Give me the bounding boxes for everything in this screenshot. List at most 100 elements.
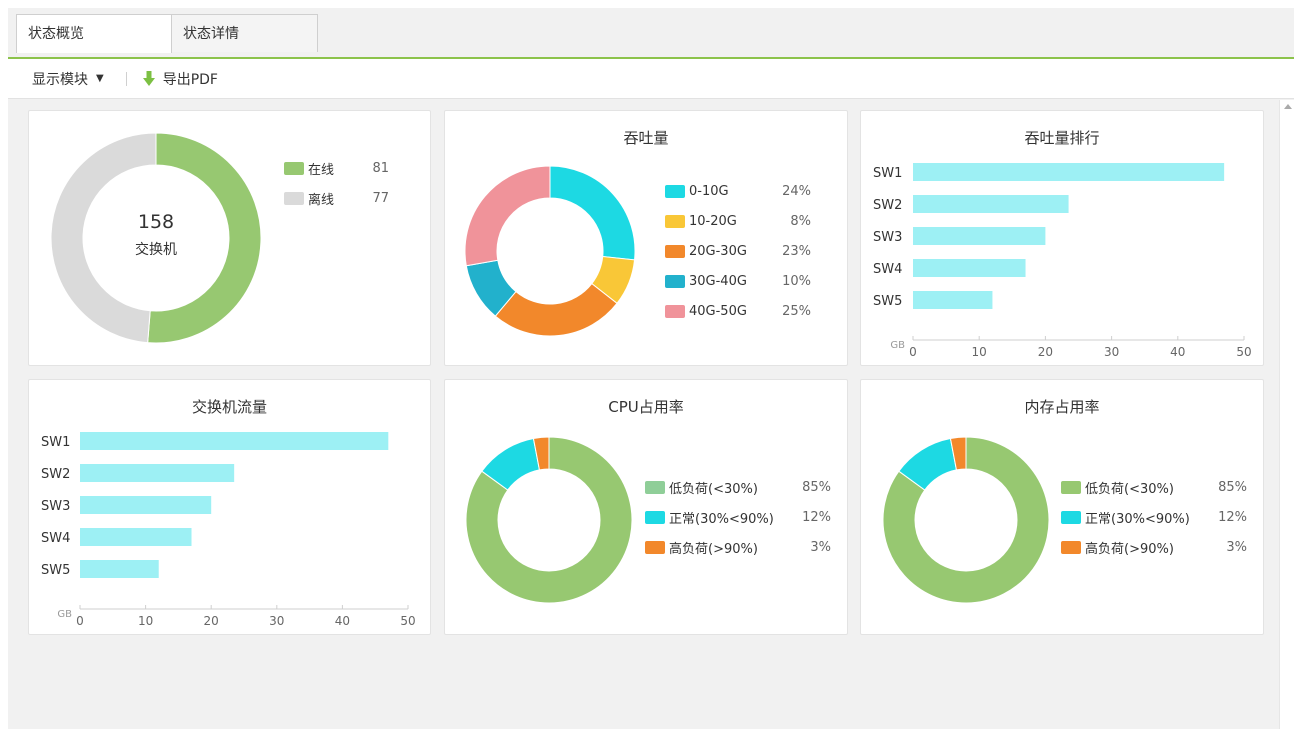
legend-swatch [665,214,685,228]
tick-label: 40 [335,614,350,628]
legend-swatch [1061,540,1081,554]
switch-traffic-card: 交换机流量 SW1 SW2 SW3 SW4 SW5 0 10 20 30 40 50 GB [28,379,431,635]
category-label: SW2 [873,198,902,213]
legend-item: 20G-30G 23% [665,236,811,266]
switch-summary-donut [50,132,262,344]
axis-unit-label: GB [57,609,72,620]
scroll-up-arrow-icon[interactable] [1284,104,1292,109]
legend-label: 低负荷(<30%) [669,481,758,497]
memory-legend: 低负荷(<30%) 85% 正常(30%<90%) 12% 高负荷(>90%) 3% [1061,472,1247,562]
bar [913,291,993,309]
bar [913,195,1069,213]
bar [80,432,389,450]
legend-value: 8% [790,213,811,229]
tick-label: 0 [909,345,917,359]
donut-slice [147,132,262,344]
bar [913,163,1225,181]
cpu-usage-card: CPU占用率 低负荷(<30%) 85% 正常(30%<90%) 12% 高负荷(>… [444,379,848,635]
legend-value: 85% [802,479,831,495]
legend-value: 25% [782,303,811,319]
category-label: SW1 [41,435,70,450]
export-pdf-label: 导出PDF [162,71,218,88]
export-pdf-button[interactable]: 导出PDF [142,69,218,89]
legend-item: 40G-50G 25% [665,296,811,326]
donut-slice [50,132,157,344]
legend-item: 高负荷(>90%) 3% [645,532,831,562]
legend-swatch [645,480,665,494]
legend-swatch [645,510,665,524]
legend-swatch [1061,480,1081,494]
legend-item: 高负荷(>90%) 3% [1061,532,1247,562]
tick-label: 10 [972,345,987,359]
legend-label: 20G-30G [689,243,747,259]
bar [80,496,212,514]
display-modules-label: 显示模块 [32,71,88,88]
category-label: SW4 [873,262,902,277]
category-label: SW3 [41,499,70,514]
tab-status-overview[interactable]: 状态概览 [16,14,172,53]
toolbar: 显示模块 ▼ 导出PDF [8,59,1294,99]
legend-value: 3% [810,539,831,555]
tick-label: 30 [269,614,284,628]
legend-item: 0-10G 24% [665,176,811,206]
legend-label: 高负荷(>90%) [1085,541,1174,557]
throughput-ranking-card: 吞吐量排行 SW1 SW2 SW3 SW4 SW5 0 10 20 30 40 50 GB [860,110,1264,366]
caret-down-icon: ▼ [96,73,104,84]
category-label: SW1 [873,166,902,181]
donut-slice [464,165,551,267]
bar [80,560,159,578]
tab-status-details[interactable]: 状态详情 [171,14,318,52]
legend-label: 高负荷(>90%) [669,541,758,557]
toolbar-divider [125,71,127,86]
legend-swatch [665,244,685,258]
display-modules-dropdown[interactable]: 显示模块 ▼ [32,69,104,89]
vertical-scrollbar[interactable] [1279,100,1294,729]
tick-label: 10 [138,614,153,628]
tick-label: 50 [1236,345,1251,359]
legend-label: 40G-50G [689,303,747,319]
tick-label: 20 [1038,345,1053,359]
legend-swatch [1061,510,1081,524]
legend-label: 10-20G [689,213,737,229]
traffic-bar-chart: SW1 SW2 SW3 SW4 SW5 0 10 20 30 40 50 GB [41,432,416,628]
app-window: 状态概览 状态详情 显示模块 ▼ 导出PDF 158 交换机 在线 81 离线 … [8,8,1294,729]
switch-total-label: 交换机 [135,242,177,258]
legend-value: 77 [372,190,389,206]
legend-label: 30G-40G [689,273,747,289]
legend-swatch [645,540,665,554]
legend-item: 低负荷(<30%) 85% [1061,472,1247,502]
bar [80,464,235,482]
legend-item: 低负荷(<30%) 85% [645,472,831,502]
legend-item: 正常(30%<90%) 12% [645,502,831,532]
download-arrow-icon [142,70,155,87]
legend-value: 23% [782,243,811,259]
donut-slice [549,165,636,261]
bar [913,227,1046,245]
legend-value: 3% [1226,539,1247,555]
legend-value: 24% [782,183,811,199]
legend-item-online: 在线 81 [284,153,389,183]
legend-item-offline: 离线 77 [284,183,389,213]
category-label: SW4 [41,531,70,546]
switch-summary-legend: 在线 81 离线 77 [284,153,389,213]
tick-label: 20 [204,614,219,628]
legend-swatch [284,161,304,175]
cpu-legend: 低负荷(<30%) 85% 正常(30%<90%) 12% 高负荷(>90%) 3% [645,472,831,562]
legend-item: 30G-40G 10% [665,266,811,296]
legend-item: 10-20G 8% [665,206,811,236]
tick-label: 0 [76,614,84,628]
tick-label: 40 [1170,345,1185,359]
dashboard-content: 158 交换机 在线 81 离线 77 吞吐量 0-10G 24% 10-20G… [8,100,1279,729]
legend-value: 12% [1218,509,1247,525]
category-label: SW5 [41,563,70,578]
category-label: SW3 [873,230,902,245]
legend-swatch [284,191,304,205]
legend-value: 10% [782,273,811,289]
tick-label: 50 [400,614,415,628]
axis-unit-label: GB [890,340,905,351]
legend-value: 12% [802,509,831,525]
switch-summary-card: 158 交换机 在线 81 离线 77 [28,110,431,366]
legend-label: 在线 [308,162,335,178]
switch-total-count: 158 [137,211,175,233]
legend-item: 正常(30%<90%) 12% [1061,502,1247,532]
